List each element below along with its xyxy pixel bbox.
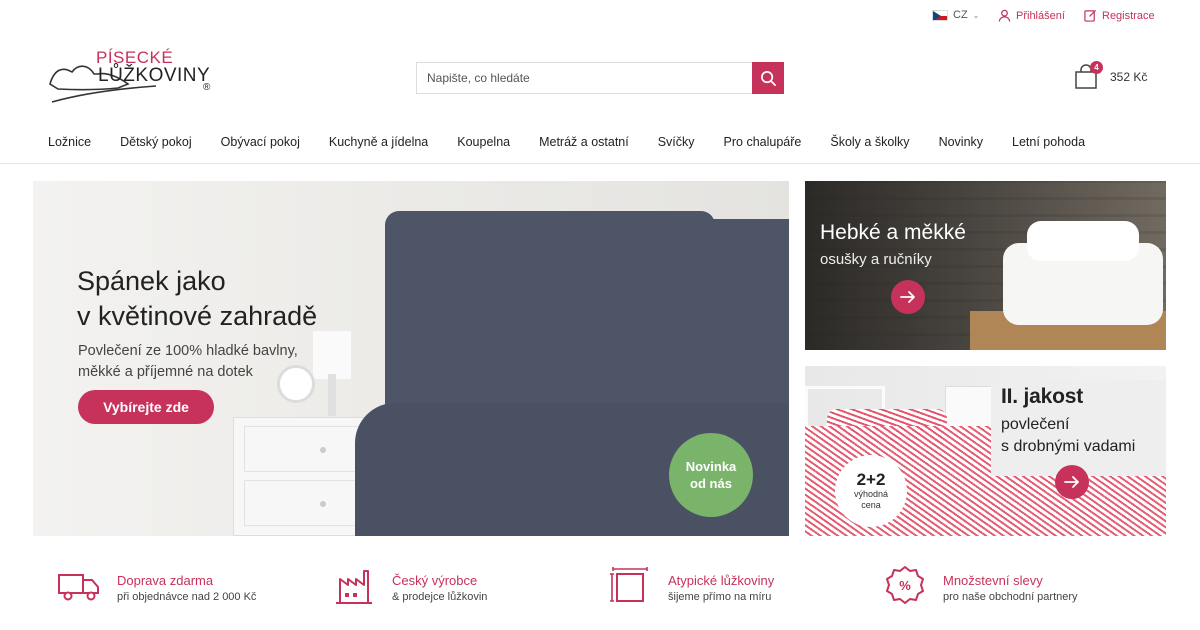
feature-desc: šijeme přímo na míru	[668, 591, 772, 603]
czech-flag-icon	[932, 9, 948, 21]
search-button[interactable]	[752, 62, 784, 94]
search-bar	[416, 62, 784, 94]
towel-top	[1027, 221, 1139, 261]
feature-custom-bedding: Atypické lůžkoviny šijeme přímo na míru	[608, 565, 774, 605]
search-icon	[760, 70, 776, 86]
register-label: Registrace	[1102, 9, 1155, 22]
factory-icon	[336, 570, 372, 604]
hero-cta-button[interactable]: Vybírejte zde	[78, 390, 214, 424]
badge-line-1: Novinka	[685, 459, 737, 474]
shopping-bag-icon: 4	[1074, 61, 1103, 90]
login-label: Přihlášení	[1016, 9, 1065, 22]
user-icon	[998, 9, 1011, 22]
second-quality-sub-line-1: povlečení	[1001, 416, 1070, 433]
deal-badge-line-1: výhodná	[853, 489, 889, 499]
arrow-right-icon	[900, 291, 915, 303]
truck-icon	[58, 574, 99, 601]
nav-item-metraz[interactable]: Metráž a ostatní	[539, 126, 629, 163]
nav-item-letni-pohoda[interactable]: Letní pohoda	[1012, 126, 1085, 163]
feature-free-shipping: Doprava zdarma při objednávce nad 2 000 …	[57, 565, 256, 605]
feature-desc: při objednávce nad 2 000 Kč	[117, 591, 257, 603]
hero-title: Spánek jako v květinové zahradě	[77, 264, 317, 334]
hero-banner[interactable]: Spánek jako v květinové zahradě Povlečen…	[33, 181, 789, 536]
logo-line-2: LŮŽKOVINY	[98, 65, 211, 86]
cart-button[interactable]: 4 352 Kč	[1074, 61, 1148, 90]
nav-item-obyvaci-pokoj[interactable]: Obývací pokoj	[221, 126, 300, 163]
cart-count-badge: 4	[1090, 61, 1103, 74]
nav-item-svicky[interactable]: Svíčky	[658, 126, 695, 163]
feature-desc: & prodejce lůžkovin	[392, 591, 488, 603]
second-quality-banner[interactable]: II. jakost povlečení s drobnými vadami 2…	[805, 366, 1166, 536]
percent-badge-icon: %	[886, 566, 924, 604]
towels-banner-subtitle: osušky a ručníky	[820, 251, 932, 268]
nav-item-pro-chalupare[interactable]: Pro chalupáře	[724, 126, 802, 163]
nav-item-novinky[interactable]: Novinky	[939, 126, 983, 163]
login-link[interactable]: Přihlášení	[998, 9, 1065, 22]
lamp-shade	[313, 331, 351, 379]
feature-desc: pro naše obchodní partnery	[943, 591, 1078, 603]
second-quality-arrow-button[interactable]	[1055, 465, 1089, 499]
cart-total: 352 Kč	[1110, 70, 1148, 84]
hero-title-line-1: Spánek jako	[77, 266, 226, 296]
deal-badge: 2+2 výhodná cena	[835, 455, 907, 527]
arrow-right-icon	[1064, 476, 1079, 488]
feature-title: Atypické lůžkoviny	[668, 573, 775, 588]
language-label: CZ	[953, 9, 968, 21]
feature-czech-maker: Český výrobce & prodejce lůžkovin	[332, 565, 487, 605]
chevron-down-icon: ⌄	[972, 10, 980, 20]
towels-banner[interactable]: Hebké a měkké osušky a ručníky	[805, 181, 1166, 350]
features-row: Doprava zdarma při objednávce nad 2 000 …	[0, 565, 1200, 615]
feature-title: Doprava zdarma	[117, 573, 214, 588]
second-quality-title: II. jakost	[1001, 385, 1084, 408]
badge-line-2: od nás	[690, 476, 732, 491]
feature-volume-discounts: % Množstevní slevy pro naše obchodní par…	[883, 565, 1078, 605]
nav-item-detsky-pokoj[interactable]: Dětský pokoj	[120, 126, 192, 163]
search-input[interactable]	[417, 63, 752, 93]
site-logo[interactable]: PÍSECKÉ LŮŽKOVINY ®	[48, 48, 218, 106]
main-navigation: Ložnice Dětský pokoj Obývací pokoj Kuchy…	[0, 126, 1200, 164]
top-utility-bar: CZ ⌄ Přihlášení Registrace	[0, 0, 1200, 32]
lamp-base	[328, 374, 336, 416]
hero-pillow-front	[385, 211, 715, 421]
nav-item-kuchyne[interactable]: Kuchyně a jídelna	[329, 126, 428, 163]
register-link[interactable]: Registrace	[1084, 9, 1155, 22]
new-product-badge: Novinka od nás	[669, 433, 753, 517]
hero-description: Povlečení ze 100% hladké bavlny, měkké a…	[78, 341, 298, 383]
edit-icon	[1084, 9, 1097, 22]
svg-text:%: %	[899, 578, 911, 593]
dimensions-icon	[610, 567, 648, 602]
feature-title: Český výrobce	[392, 573, 478, 588]
feature-title: Množstevní slevy	[943, 573, 1043, 588]
language-selector[interactable]: CZ ⌄	[932, 9, 979, 21]
second-quality-subtitle: povlečení s drobnými vadami	[1001, 414, 1135, 458]
nav-item-loznice[interactable]: Ložnice	[48, 126, 91, 163]
deal-badge-line-2: cena	[861, 500, 881, 510]
nav-item-koupelna[interactable]: Koupelna	[457, 126, 510, 163]
towels-banner-title: Hebké a měkké	[820, 221, 966, 244]
second-quality-sub-line-2: s drobnými vadami	[1001, 438, 1136, 455]
hero-title-line-2: v květinové zahradě	[77, 301, 318, 331]
towels-banner-arrow-button[interactable]	[891, 280, 925, 314]
nav-item-skoly[interactable]: Školy a školky	[830, 126, 909, 163]
hero-desc-line-2: měkké a příjemné na dotek	[78, 364, 253, 380]
deal-badge-big: 2+2	[856, 470, 886, 489]
hero-desc-line-1: Povlečení ze 100% hladké bavlny,	[78, 343, 298, 359]
registered-mark: ®	[203, 82, 211, 93]
